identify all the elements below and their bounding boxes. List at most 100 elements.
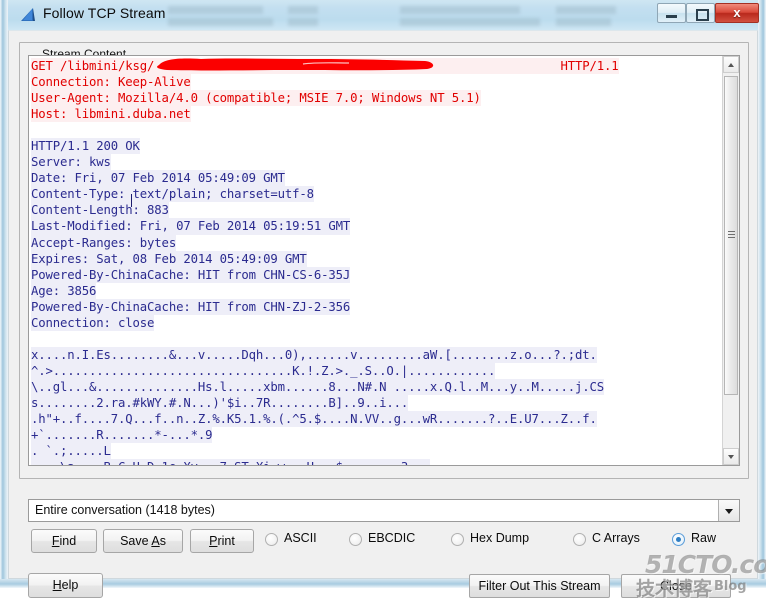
stream-line-request: User-Agent: Mozilla/4.0 (compatible; MSI… <box>31 90 723 107</box>
body-line-text: . `.;.....L <box>31 443 111 460</box>
radio-raw-label: Raw <box>691 531 717 545</box>
background-window-trace <box>400 18 540 26</box>
radio-ebcdic-label: EBCDIC <box>368 531 416 545</box>
stream-line-request: Host: libmini.duba.net <box>31 106 723 123</box>
radio-indicator-icon <box>573 533 586 546</box>
background-window-trace <box>556 6 616 14</box>
background-window-trace <box>168 6 263 14</box>
save-as-button-suffix: s <box>159 534 166 548</box>
body-line-text: +`.......R.......*-...*.9 <box>31 427 213 444</box>
minimize-button[interactable] <box>657 3 686 23</box>
close-window-button[interactable]: x <box>715 3 759 23</box>
help-button[interactable]: Help <box>28 573 103 598</box>
textview-vertical-scrollbar[interactable] <box>722 56 739 465</box>
stream-line-blank <box>31 122 723 138</box>
radio-indicator-icon <box>451 533 464 546</box>
response-line-text: Age: 3856 <box>31 282 97 299</box>
response-line-text: Content-Type: text/plain; charset=utf-8 <box>31 186 314 203</box>
text-cursor <box>131 194 132 207</box>
dialog-client-area: Stream Content GET /libmini/ksg/ HTTP/1.… <box>8 30 766 600</box>
radio-indicator-icon <box>349 533 362 546</box>
body-line-text: s........2.ra.#kWY.#.N...)'$i..7R.......… <box>31 394 409 412</box>
help-button-mnemonic: H <box>52 578 62 592</box>
maximize-button[interactable] <box>686 3 715 23</box>
stream-line-request: Connection: Keep-Alive <box>31 74 723 91</box>
request-line-text: User-Agent: Mozilla/4.0 (compatible; MSI… <box>31 90 481 107</box>
scrollbar-grip-icon <box>728 231 735 238</box>
stream-line-response: Accept-Ranges: bytes <box>31 234 723 251</box>
conversation-select[interactable]: Entire conversation (1418 bytes) <box>28 499 740 522</box>
scroll-up-arrow-icon[interactable] <box>723 56 739 73</box>
background-window-trace <box>288 18 318 26</box>
response-line-text: Accept-Ranges: bytes <box>31 234 177 251</box>
stream-line-body: x....n.I.Es........&...v.....Dqh...0),..… <box>31 346 723 363</box>
response-line-text: Server: kws <box>31 154 111 171</box>
scrollbar-thumb[interactable] <box>724 76 738 395</box>
stream-line-response: HTTP/1.1 200 OK <box>31 138 723 155</box>
body-line-text: \..gl...&..............Hs.l.....xbm.....… <box>31 378 605 395</box>
window-title: Follow TCP Stream <box>43 5 166 21</box>
stream-line-body: \..gl...&..............Hs.l.....xbm.....… <box>31 378 723 395</box>
find-button-suffix: ind <box>59 534 77 548</box>
wireshark-fin-icon <box>21 8 35 21</box>
radio-c-arrays-label: C Arrays <box>592 531 640 545</box>
stream-line-response: Date: Fri, 07 Feb 2014 05:49:09 GMT <box>31 170 723 187</box>
response-line-text: Powered-By-ChinaCache: HIT from CHN-ZJ-2… <box>31 298 351 315</box>
stream-line-body: ,...\a....B.C.U.D.1e.Xv...7.ST.Xi.w...H.… <box>31 459 723 465</box>
radio-indicator-icon <box>265 533 278 546</box>
conversation-select-value: Entire conversation (1418 bytes) <box>35 503 215 517</box>
request-line-text: GET /libmini/ksg/ HTTP/1.1 <box>31 58 619 75</box>
stream-line-response: Content-Length: 883 <box>31 202 723 219</box>
request-line-text: Host: libmini.duba.net <box>31 106 191 123</box>
save-as-button[interactable]: Save As <box>103 529 183 553</box>
body-line-text: ^.>.................................K.!.… <box>31 362 496 379</box>
conversation-select-arrow-button[interactable] <box>718 500 739 521</box>
title-bar[interactable]: Follow TCP Stream x <box>0 0 766 30</box>
scroll-down-arrow-icon[interactable] <box>723 448 739 465</box>
radio-indicator-icon <box>672 533 685 546</box>
find-button[interactable]: Find <box>31 529 97 553</box>
response-line-text: Powered-By-ChinaCache: HIT from CHN-CS-6… <box>31 266 351 283</box>
response-line-text: Last-Modified: Fri, 07 Feb 2014 05:19:51… <box>31 218 351 235</box>
save-as-button-prefix: Save <box>120 534 152 548</box>
stream-line-blank <box>31 331 723 347</box>
stream-line-response: Server: kws <box>31 154 723 171</box>
stream-text-body[interactable]: GET /libmini/ksg/ HTTP/1.1 Connection: K… <box>29 56 723 465</box>
background-window-trace <box>400 6 520 14</box>
stream-line-body: ^.>.................................K.!.… <box>31 362 723 379</box>
background-window-trace <box>288 6 318 14</box>
response-line-text: Connection: close <box>31 314 155 331</box>
follow-tcp-stream-window: Follow TCP Stream x Stream Content GET /… <box>0 0 766 600</box>
radio-ascii-label: ASCII <box>284 531 317 545</box>
radio-hex-dump-label: Hex Dump <box>470 531 530 545</box>
chevron-down-icon <box>725 509 733 514</box>
stream-line-response: Powered-By-ChinaCache: HIT from CHN-ZJ-2… <box>31 298 723 315</box>
response-line-text: Content-Length: 883 <box>31 202 169 219</box>
stream-content-textview[interactable]: GET /libmini/ksg/ HTTP/1.1 Connection: K… <box>28 55 740 466</box>
stream-line-response: Connection: close <box>31 314 723 331</box>
stream-line-response: Last-Modified: Fri, 07 Feb 2014 05:19:51… <box>31 218 723 235</box>
stream-line-body: s........2.ra.#kWY.#.N...)'$i..7R.......… <box>31 394 723 412</box>
help-button-suffix: elp <box>61 578 79 592</box>
filter-out-this-stream-button[interactable]: Filter Out This Stream <box>469 574 610 598</box>
stream-line-request: GET /libmini/ksg/ HTTP/1.1 <box>31 58 723 75</box>
save-as-button-mnemonic: A <box>151 534 160 548</box>
background-window-trace <box>556 18 611 26</box>
stream-line-response: Expires: Sat, 08 Feb 2014 05:49:09 GMT <box>31 250 723 267</box>
print-button[interactable]: Print <box>190 529 254 553</box>
close-dialog-button[interactable]: Close <box>621 574 731 598</box>
window-border-left <box>0 0 8 588</box>
stream-line-body: .h"+..f....7.Q...f..n..Z.%.K5.1.%.(.^5.$… <box>31 411 723 428</box>
response-line-text: Expires: Sat, 08 Feb 2014 05:49:09 GMT <box>31 250 307 267</box>
stream-line-body: . `.;.....L <box>31 443 723 460</box>
body-line-text: .h"+..f....7.Q...f..n..Z.%.K5.1.%.(.^5.$… <box>31 411 597 428</box>
body-line-text: ,...\a....B.C.U.D.1e.Xv...7.ST.Xi.w...H.… <box>31 459 430 465</box>
stream-line-response: Content-Type: text/plain; charset=utf-8 <box>31 186 723 203</box>
background-window-trace <box>168 18 273 26</box>
print-button-suffix: rint <box>217 534 235 548</box>
response-line-text: Date: Fri, 07 Feb 2014 05:49:09 GMT <box>31 170 285 187</box>
stream-line-response: Age: 3856 <box>31 282 723 299</box>
stream-line-body: +`.......R.......*-...*.9 <box>31 427 723 444</box>
window-border-right <box>758 0 766 588</box>
response-line-text: HTTP/1.1 200 OK <box>31 138 140 155</box>
